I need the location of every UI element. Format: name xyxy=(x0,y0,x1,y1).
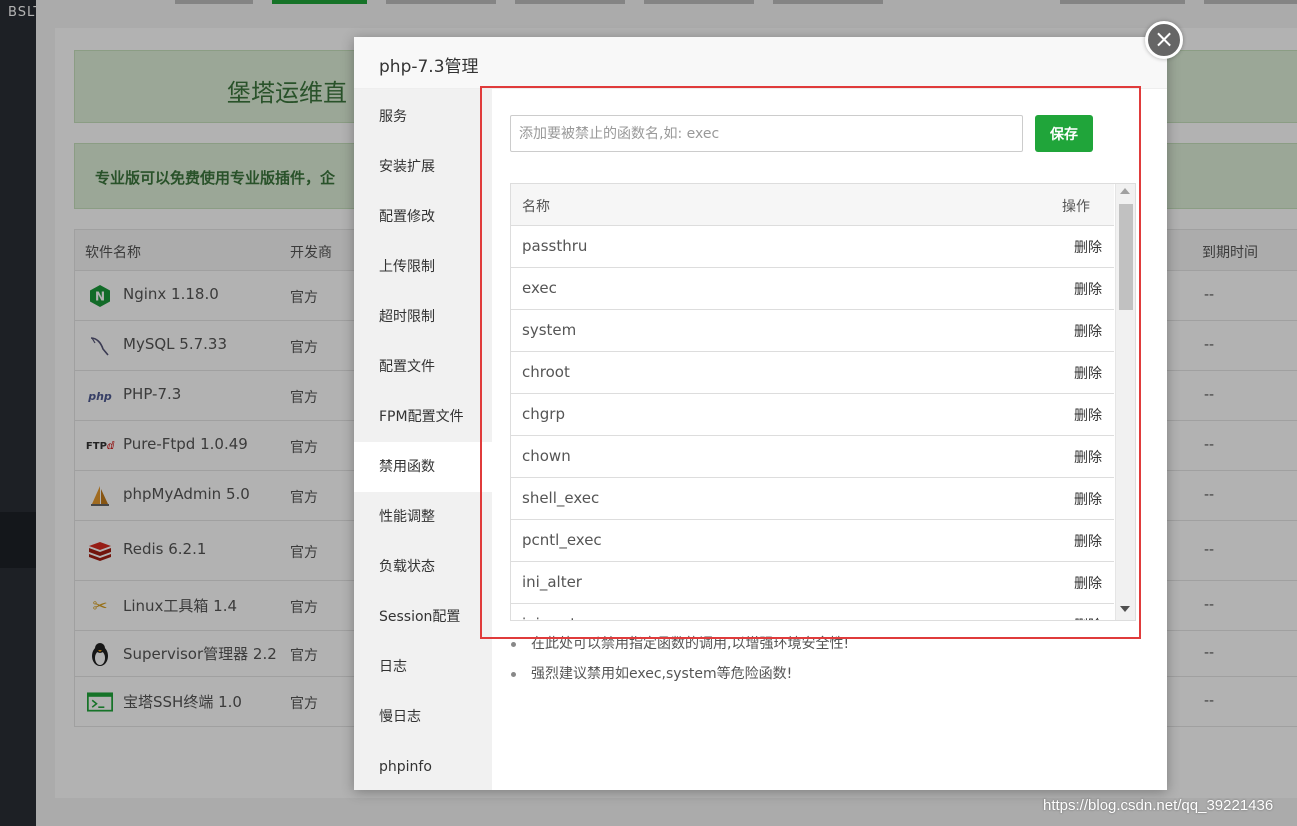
function-name: exec xyxy=(522,279,557,297)
list-item: chown 删除 xyxy=(511,436,1114,478)
menu-item-config-edit[interactable]: 配置修改 xyxy=(354,192,492,242)
delete-button[interactable]: 删除 xyxy=(1074,447,1102,467)
function-name: shell_exec xyxy=(522,489,600,507)
php-manager-modal: php-7.3管理 服务 安装扩展 配置修改 上传限制 超时限制 配置文件 FP… xyxy=(354,37,1167,790)
menu-item-disabled-functions[interactable]: 禁用函数 xyxy=(354,442,492,492)
list-item: ini_restore 删除 xyxy=(511,604,1114,620)
function-name: chroot xyxy=(522,363,570,381)
function-list: 名称 操作 passthru 删除 exec 删除 system 删除 chroot 删… xyxy=(510,183,1136,621)
menu-item-session-config[interactable]: Session配置 xyxy=(354,592,492,642)
delete-button[interactable]: 删除 xyxy=(1074,405,1102,425)
list-item: chgrp 删除 xyxy=(511,394,1114,436)
function-name: pcntl_exec xyxy=(522,531,602,549)
function-name: system xyxy=(522,321,577,339)
modal-title: php-7.3管理 xyxy=(379,57,479,77)
tip-item: 在此处可以禁用指定函数的调用,以增强环境安全性! xyxy=(510,629,1130,659)
list-item: pcntl_exec 删除 xyxy=(511,520,1114,562)
save-button[interactable]: 保存 xyxy=(1035,115,1093,152)
close-icon[interactable]: × xyxy=(1145,21,1183,59)
menu-item-config-file[interactable]: 配置文件 xyxy=(354,342,492,392)
menu-item-log[interactable]: 日志 xyxy=(354,642,492,692)
list-scrollbar[interactable] xyxy=(1115,184,1135,620)
delete-button[interactable]: 删除 xyxy=(1074,321,1102,341)
menu-item-phpinfo[interactable]: phpinfo xyxy=(354,742,492,792)
menu-item-service[interactable]: 服务 xyxy=(354,92,492,142)
watermark: https://blog.csdn.net/qq_39221436 xyxy=(1043,797,1274,814)
delete-button[interactable]: 删除 xyxy=(1074,615,1102,620)
scroll-thumb[interactable] xyxy=(1119,204,1133,310)
menu-item-slow-log[interactable]: 慢日志 xyxy=(354,692,492,742)
menu-item-fpm-config[interactable]: FPM配置文件 xyxy=(354,392,492,442)
delete-button[interactable]: 删除 xyxy=(1074,573,1102,593)
list-item: exec 删除 xyxy=(511,268,1114,310)
scroll-up-icon[interactable] xyxy=(1120,188,1130,194)
delete-button[interactable]: 删除 xyxy=(1074,279,1102,299)
menu-item-upload-limit[interactable]: 上传限制 xyxy=(354,242,492,292)
menu-item-performance[interactable]: 性能调整 xyxy=(354,492,492,542)
function-name: passthru xyxy=(522,237,588,255)
function-name: ini_restore xyxy=(522,615,600,620)
delete-button[interactable]: 删除 xyxy=(1074,531,1102,551)
col-name: 名称 xyxy=(522,199,550,215)
function-name: ini_alter xyxy=(522,573,582,591)
delete-button[interactable]: 删除 xyxy=(1074,489,1102,509)
list-item: chroot 删除 xyxy=(511,352,1114,394)
modal-menu: 服务 安装扩展 配置修改 上传限制 超时限制 配置文件 FPM配置文件 禁用函数… xyxy=(354,89,492,790)
menu-item-install-extension[interactable]: 安装扩展 xyxy=(354,142,492,192)
list-item: ini_alter 删除 xyxy=(511,562,1114,604)
col-action: 操作 xyxy=(1062,199,1090,215)
function-name: chown xyxy=(522,447,571,465)
list-item: system 删除 xyxy=(511,310,1114,352)
list-item: passthru 删除 xyxy=(511,226,1114,268)
list-item: shell_exec 删除 xyxy=(511,478,1114,520)
delete-button[interactable]: 删除 xyxy=(1074,363,1102,383)
menu-item-timeout-limit[interactable]: 超时限制 xyxy=(354,292,492,342)
function-name-input[interactable] xyxy=(510,115,1023,152)
delete-button[interactable]: 删除 xyxy=(1074,237,1102,257)
scroll-down-icon[interactable] xyxy=(1120,606,1130,612)
function-name: chgrp xyxy=(522,405,565,423)
disabled-functions-panel: 保存 名称 操作 passthru 删除 exec 删除 system 删除 chro… xyxy=(492,89,1167,790)
menu-item-load-status[interactable]: 负载状态 xyxy=(354,542,492,592)
modal-title-bar: php-7.3管理 xyxy=(354,37,1167,89)
tip-item: 强烈建议禁用如exec,system等危险函数! xyxy=(510,659,1130,689)
function-list-header: 名称 操作 xyxy=(511,184,1114,226)
tips-list: 在此处可以禁用指定函数的调用,以增强环境安全性! 强烈建议禁用如exec,sys… xyxy=(510,629,1130,689)
